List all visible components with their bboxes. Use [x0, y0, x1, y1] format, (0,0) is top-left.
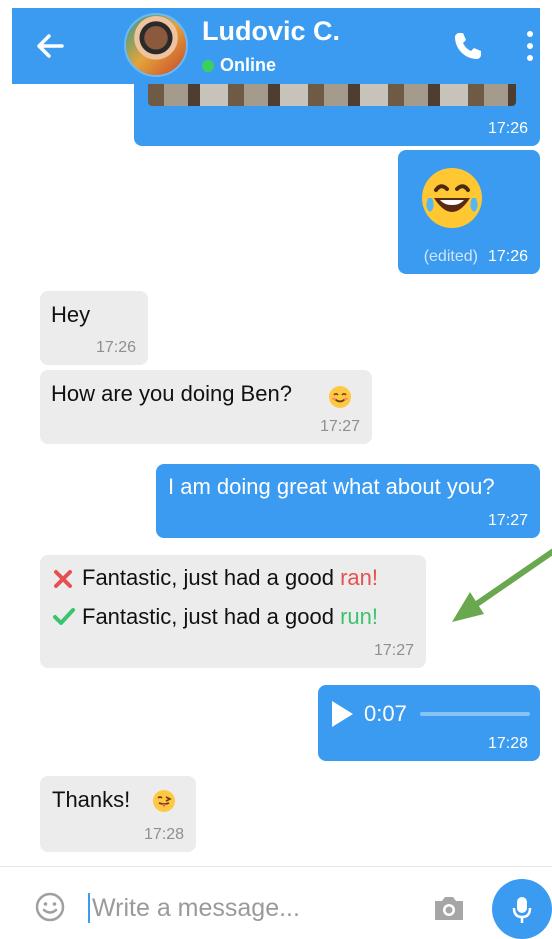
- emoji-icon[interactable]: [34, 891, 66, 923]
- camera-icon[interactable]: [432, 893, 466, 923]
- message-list[interactable]: 17:26 (edited) 17:26 Hey 17:26 How are yo…: [0, 84, 552, 866]
- back-arrow-icon[interactable]: [32, 28, 68, 64]
- more-vertical-icon[interactable]: [522, 28, 538, 64]
- voice-duration: 0:07: [364, 701, 407, 726]
- chat-header: Ludovic C. Online: [12, 8, 540, 84]
- right-sentence-prefix: Fantastic, just had a good: [82, 604, 341, 629]
- correction-message[interactable]: Fantastic, just had a good ran! Fantasti…: [40, 555, 426, 668]
- online-status: Online: [202, 55, 276, 76]
- voice-progress-track[interactable]: [420, 712, 530, 716]
- smiling-emoji-icon: [329, 386, 351, 408]
- outgoing-message[interactable]: I am doing great what about you? 17:27: [156, 464, 540, 538]
- edited-label: (edited): [423, 248, 478, 265]
- photo-message[interactable]: 17:26: [134, 84, 540, 146]
- message-time: 17:27: [319, 418, 360, 435]
- photo-preview[interactable]: [148, 84, 516, 106]
- message-time: 17:26: [95, 339, 136, 356]
- message-time: 17:28: [143, 826, 184, 843]
- incoming-message[interactable]: Hey 17:26: [40, 291, 148, 365]
- check-icon: [53, 608, 75, 625]
- incoming-message[interactable]: How are you doing Ben? 17:27: [40, 370, 372, 444]
- contact-name[interactable]: Ludovic C.: [202, 16, 340, 47]
- message-text: How are you doing Ben?: [51, 381, 292, 406]
- microphone-button[interactable]: [492, 879, 552, 939]
- message-time: 17:26: [487, 120, 528, 137]
- message-composer: [0, 866, 552, 939]
- wrong-sentence-prefix: Fantastic, just had a good: [82, 565, 341, 590]
- message-time: 17:27: [487, 512, 528, 529]
- message-meta: (edited) 17:26: [424, 248, 528, 266]
- cross-icon: [54, 570, 72, 588]
- emoji-message[interactable]: (edited) 17:26: [398, 150, 540, 274]
- wrong-sentence: Fantastic, just had a good ran!: [82, 565, 378, 591]
- message-time: 17:26: [487, 248, 528, 265]
- message-time: 17:28: [487, 735, 528, 752]
- message-input[interactable]: [90, 885, 414, 931]
- wrong-word: ran!: [340, 565, 378, 590]
- laughing-emoji-icon: [422, 168, 482, 228]
- status-label: Online: [220, 55, 277, 75]
- microphone-icon: [512, 897, 532, 923]
- incoming-message[interactable]: Thanks! 17:28: [40, 776, 196, 852]
- online-dot-icon: [202, 59, 214, 72]
- right-sentence: Fantastic, just had a good run!: [82, 604, 378, 630]
- phone-icon[interactable]: [450, 28, 486, 64]
- tongue-emoji-icon: [153, 790, 175, 812]
- message-text: I am doing great what about you?: [168, 474, 495, 499]
- voice-message[interactable]: 0:07 17:28: [318, 685, 540, 761]
- message-time: 17:27: [373, 642, 414, 659]
- message-text: Thanks!: [52, 787, 131, 812]
- contact-avatar[interactable]: [124, 13, 188, 77]
- play-icon[interactable]: [330, 700, 354, 728]
- message-text: Hey: [51, 302, 91, 327]
- right-word: run!: [340, 604, 378, 629]
